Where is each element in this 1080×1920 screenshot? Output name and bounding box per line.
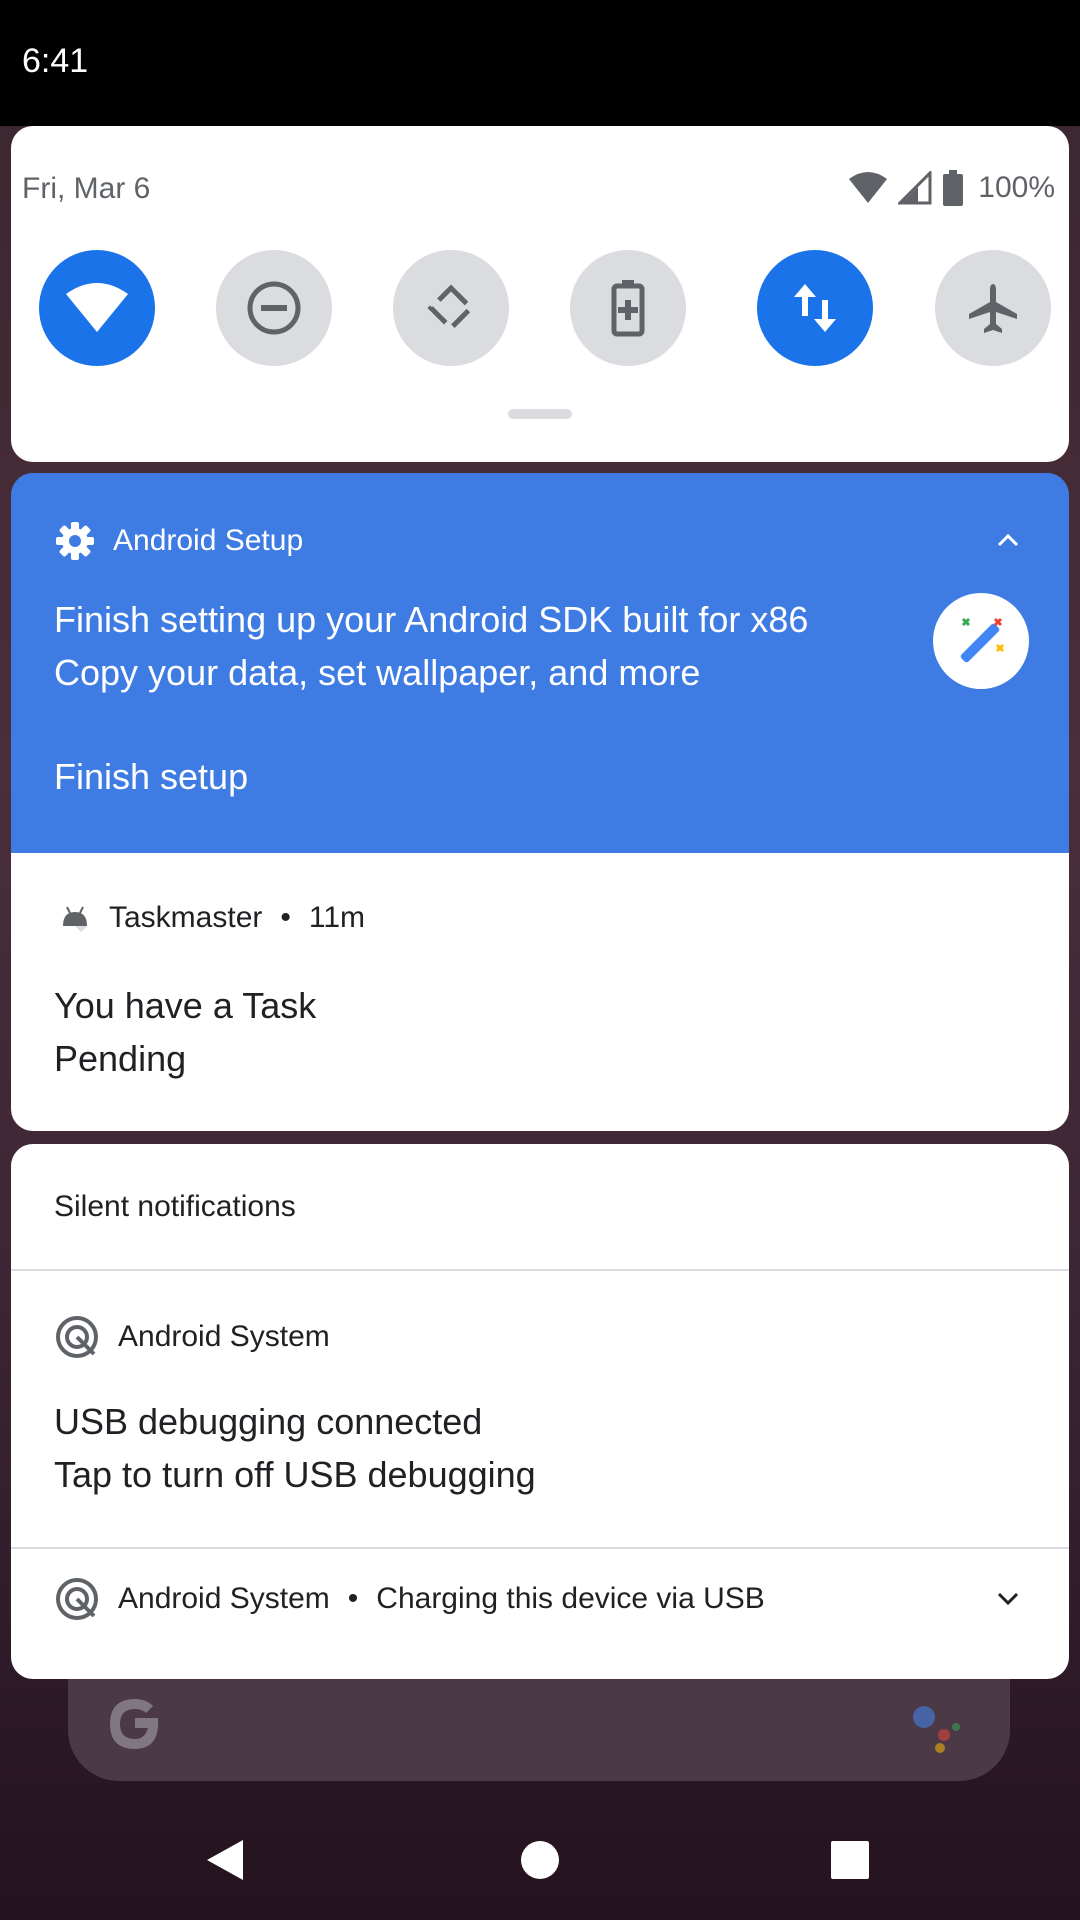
- bullet-separator: •: [280, 901, 291, 934]
- notification-header: Android System: [54, 1314, 330, 1360]
- notification-body: USB debugging connected Tap to turn off …: [54, 1395, 536, 1501]
- status-time: 6:41: [22, 42, 89, 80]
- bullet-separator: •: [347, 1582, 359, 1615]
- chevron-up-icon: [997, 533, 1019, 547]
- notification-header: Taskmaster • 11m: [59, 901, 365, 935]
- notification-app-name: Android System: [118, 1320, 330, 1353]
- divider: [11, 1547, 1069, 1549]
- android-icon: [63, 906, 87, 932]
- search-bar[interactable]: [68, 1679, 1010, 1781]
- notification-android-setup[interactable]: Android Setup Finish setting up your And…: [11, 473, 1069, 853]
- notification-app-name: Taskmaster: [109, 901, 263, 934]
- wifi-signal-icon: [849, 172, 888, 203]
- do-not-disturb-tile[interactable]: [216, 250, 332, 366]
- airplane-icon: [969, 284, 1017, 333]
- google-g-icon: [110, 1699, 159, 1749]
- android-system-icon: [56, 1578, 98, 1620]
- assistant-icon: [913, 1706, 960, 1753]
- notification-title: You have a Task: [54, 985, 317, 1026]
- recents-icon: [831, 1841, 869, 1879]
- notification-taskmaster[interactable]: Taskmaster • 11m You have a Task Pending: [11, 853, 1069, 1131]
- cell-signal-icon: [898, 171, 932, 205]
- home-icon: [521, 1841, 559, 1879]
- airplane-mode-tile[interactable]: [935, 250, 1051, 366]
- battery-percent: 100%: [978, 171, 1055, 204]
- battery-icon: [943, 170, 964, 206]
- notification-title: USB debugging connected: [54, 1401, 483, 1442]
- notification-body: You have a Task Pending: [54, 979, 316, 1085]
- wifi-tile[interactable]: [39, 250, 155, 366]
- collapse-button[interactable]: [991, 523, 1025, 557]
- auto-rotate-tile[interactable]: [393, 250, 509, 366]
- expand-button[interactable]: [991, 1582, 1025, 1616]
- battery-saver-icon: [611, 280, 645, 337]
- notification-app-name: Android System: [118, 1582, 330, 1615]
- notification-title: Finish setting up your Android SDK built…: [54, 599, 809, 640]
- notification-header: Android Setup: [55, 521, 303, 561]
- qs-date[interactable]: Fri, Mar 6: [22, 172, 150, 206]
- divider: [11, 1269, 1069, 1271]
- qs-tiles: [39, 250, 1053, 366]
- recents-button[interactable]: [820, 1830, 880, 1890]
- mobile-data-tile[interactable]: [757, 250, 873, 366]
- quick-settings-panel: Fri, Mar 6 100%: [11, 126, 1069, 462]
- navigation-bar: [0, 1800, 1080, 1920]
- notification-header: Android System • Charging this device vi…: [54, 1576, 765, 1622]
- notification-text: Tap to turn off USB debugging: [54, 1454, 536, 1495]
- battery-saver-tile[interactable]: [570, 250, 686, 366]
- home-button[interactable]: [510, 1830, 570, 1890]
- notification-time: 11m: [308, 901, 366, 934]
- mobile-data-icon: [794, 284, 836, 332]
- do-not-disturb-icon: [247, 281, 301, 335]
- notification-app-name: Android Setup: [113, 524, 304, 557]
- status-bar: 6:41: [0, 0, 1080, 126]
- android-system-icon: [56, 1316, 98, 1358]
- silent-notifications-section: Silent notifications Android System USB …: [11, 1144, 1069, 1679]
- qs-status-icons: 100%: [848, 168, 1055, 208]
- qs-drag-handle[interactable]: [508, 409, 572, 419]
- notification-text: Pending: [54, 1038, 187, 1079]
- back-icon: [207, 1840, 243, 1880]
- finish-setup-button[interactable]: Finish setup: [54, 756, 248, 798]
- back-button[interactable]: [195, 1830, 255, 1890]
- notification-text: Charging this device via USB: [376, 1582, 765, 1615]
- section-header: Silent notifications: [54, 1190, 296, 1223]
- gear-icon: [56, 522, 94, 560]
- chevron-down-icon: [997, 1592, 1019, 1606]
- auto-rotate-icon: [427, 284, 475, 332]
- notification-text: Copy your data, set wallpaper, and more: [54, 652, 701, 693]
- magic-wand-icon: [933, 593, 1029, 689]
- wifi-icon: [66, 283, 128, 332]
